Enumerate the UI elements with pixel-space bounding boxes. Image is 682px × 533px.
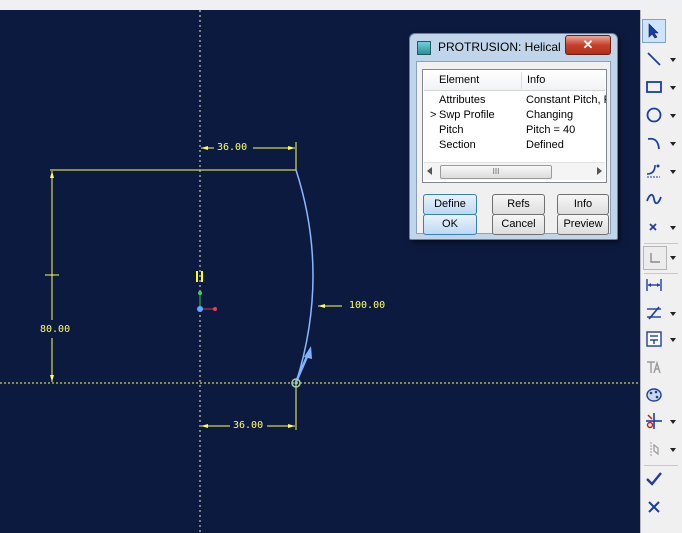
element-info: Constant Pitch, F [526, 94, 606, 106]
element-info: Pitch = 40 [526, 124, 576, 136]
sketch-toolbar [640, 10, 682, 533]
palette-icon[interactable] [643, 384, 665, 406]
current-marker: > [430, 109, 437, 121]
line-icon[interactable] [643, 48, 665, 70]
scroll-right-icon[interactable] [597, 167, 602, 175]
point-icon[interactable] [643, 216, 665, 238]
element-name: Section [439, 139, 476, 151]
element-name: Attributes [439, 94, 486, 106]
arc-menu-chevron-down-icon[interactable] [669, 140, 677, 148]
dimension-icon[interactable] [643, 274, 665, 296]
spline-icon[interactable] [643, 188, 665, 210]
constraint-icon[interactable] [643, 328, 665, 350]
use-edge-menu-chevron-down-icon[interactable] [669, 254, 677, 262]
use-edge-icon[interactable] [643, 246, 667, 270]
cancel-button[interactable]: Cancel [492, 214, 545, 235]
element-list[interactable]: Element Info Attributes Constant Pitch, … [422, 69, 607, 183]
mirror-icon[interactable] [643, 438, 665, 460]
top-strip [0, 0, 682, 10]
bottom-width-dimension[interactable]: 36.00 [233, 420, 263, 432]
preview-button[interactable]: Preview [557, 214, 609, 235]
dialog-title: PROTRUSION: Helical ... [438, 40, 568, 54]
trim-icon[interactable] [643, 410, 665, 432]
dialog-title-bar[interactable]: PROTRUSION: Helical ... ✕ [410, 34, 617, 60]
scroll-thumb[interactable]: III [440, 165, 552, 179]
point-menu-chevron-down-icon[interactable] [669, 224, 677, 232]
info-button[interactable]: Info [557, 194, 609, 215]
column-element-header[interactable]: Element [439, 74, 479, 86]
line-menu-chevron-down-icon[interactable] [669, 56, 677, 64]
list-item[interactable]: Pitch Pitch = 40 [424, 123, 605, 138]
element-name: Pitch [439, 124, 464, 136]
top-width-dimension[interactable]: 36.00 [217, 142, 247, 154]
circle-icon[interactable] [643, 104, 665, 126]
rectangle-menu-chevron-down-icon[interactable] [669, 84, 677, 92]
feature-icon [417, 41, 431, 55]
circle-menu-chevron-down-icon[interactable] [669, 112, 677, 120]
height-dimension[interactable]: 80.00 [40, 324, 70, 336]
select-arrow-icon[interactable] [642, 19, 666, 43]
cancel-x-icon[interactable] [643, 496, 665, 518]
column-info-header[interactable]: Info [527, 74, 545, 86]
refs-button[interactable]: Refs [492, 194, 545, 215]
horizontal-scrollbar[interactable]: III [424, 162, 605, 180]
list-header: Element Info [424, 71, 605, 91]
dialog-body: Element Info Attributes Constant Pitch, … [416, 61, 611, 235]
scroll-left-icon[interactable] [427, 167, 432, 175]
fillet-icon[interactable] [643, 160, 665, 182]
protrusion-dialog: PROTRUSION: Helical ... ✕ Element Info A… [409, 33, 618, 240]
mirror-menu-chevron-down-icon[interactable] [669, 446, 677, 454]
element-info: Changing [526, 109, 574, 121]
element-name: Swp Profile [439, 109, 495, 121]
text-icon[interactable] [643, 356, 665, 378]
list-item[interactable]: Section Defined [424, 138, 605, 153]
sketch-origin [197, 306, 203, 312]
element-info: Defined [526, 139, 564, 151]
radius-dimension[interactable]: 100.00 [349, 300, 385, 312]
modify-menu-chevron-down-icon[interactable] [669, 310, 677, 318]
define-button[interactable]: Define [423, 194, 477, 215]
close-button[interactable]: ✕ [565, 35, 611, 55]
trim-menu-chevron-down-icon[interactable] [669, 418, 677, 426]
accept-check-icon[interactable] [643, 468, 665, 490]
rectangle-icon[interactable] [643, 76, 665, 98]
list-item[interactable]: Attributes Constant Pitch, F [424, 93, 606, 108]
constraint-menu-chevron-down-icon[interactable] [669, 336, 677, 344]
arc-icon[interactable] [643, 132, 665, 154]
modify-icon[interactable] [643, 302, 665, 324]
vertical-constraint-marker [196, 271, 198, 282]
ok-button[interactable]: OK [423, 214, 477, 235]
fillet-menu-chevron-down-icon[interactable] [669, 168, 677, 176]
list-item[interactable]: > Swp Profile Changing [424, 108, 605, 123]
